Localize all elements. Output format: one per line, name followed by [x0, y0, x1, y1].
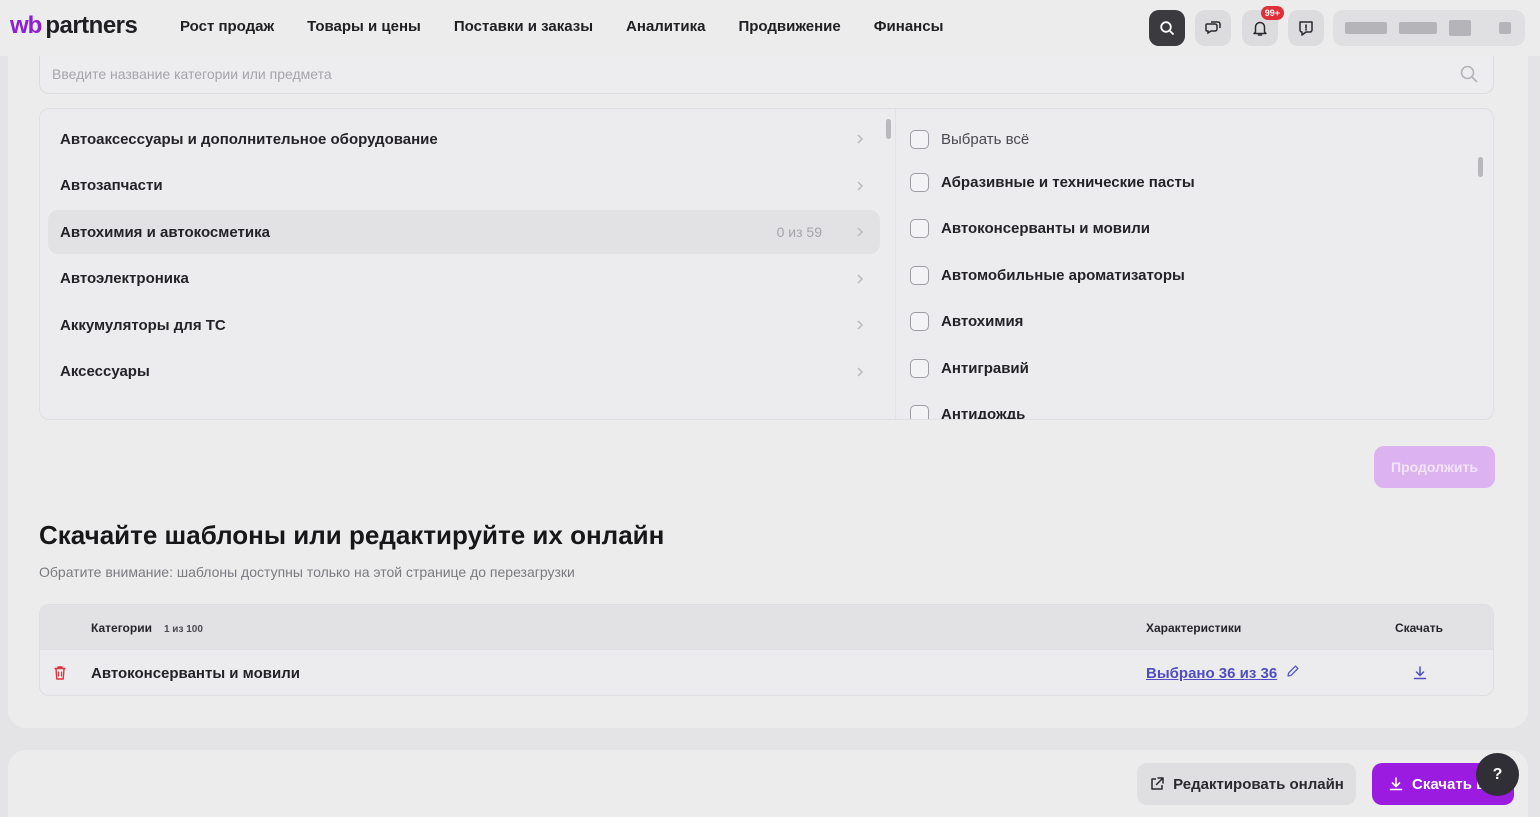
table-row: Автоконсерванты и мовили Выбрано 36 из 3… [40, 649, 1493, 695]
chat-button[interactable] [1195, 10, 1231, 46]
template-builder-card: Автоаксессуары и дополнительное оборудов… [8, 56, 1528, 728]
subject-checkbox[interactable] [910, 405, 929, 419]
subject-item[interactable]: Автомобильные ароматизаторы [910, 252, 1470, 299]
subject-item[interactable]: Автохимия [910, 299, 1470, 346]
category-label: Автоаксессуары и дополнительное оборудов… [60, 130, 438, 148]
category-list: Автоаксессуары и дополнительное оборудов… [48, 117, 880, 417]
category-label: Аккумуляторы для ТС [60, 316, 226, 334]
subject-item[interactable]: Автоконсерванты и мовили [910, 206, 1470, 253]
external-link-icon [1151, 777, 1164, 790]
subject-label: Антигравий [941, 359, 1029, 377]
nav-item-sales-growth[interactable]: Рост продаж [180, 18, 274, 35]
search-button[interactable] [1149, 10, 1185, 46]
column-characteristics: Характеристики [1146, 621, 1242, 635]
select-all-checkbox-row[interactable]: Выбрать всё [910, 119, 1470, 159]
continue-button[interactable]: Продолжить [1374, 446, 1495, 488]
category-item[interactable]: Аксессуары [48, 350, 880, 394]
trash-icon[interactable] [53, 665, 67, 681]
select-all-label: Выбрать всё [941, 130, 1030, 148]
subject-label: Автомобильные ароматизаторы [941, 266, 1185, 284]
main-nav: Рост продаж Товары и цены Поставки и зак… [180, 18, 943, 35]
chevron-right-icon [857, 227, 864, 237]
category-label: Автозапчасти [60, 177, 163, 194]
subject-item[interactable]: Абразивные и технические пасты [910, 159, 1470, 206]
download-all-label: Скачать в [1412, 775, 1486, 793]
search-icon [1460, 65, 1478, 83]
shield-chat-icon [1299, 21, 1313, 36]
subject-list: Выбрать всё Абразивные и технические пас… [910, 119, 1470, 419]
chevron-right-icon [857, 134, 864, 144]
subject-item[interactable]: Антигравий [910, 345, 1470, 392]
edit-online-label: Редактировать онлайн [1173, 775, 1344, 793]
nav-item-promotion[interactable]: Продвижение [738, 18, 840, 35]
download-icon [1389, 777, 1403, 791]
subject-label: Автоконсерванты и мовили [941, 220, 1150, 238]
category-search-input[interactable] [40, 56, 1420, 92]
profile-extra-redacted [1499, 22, 1511, 34]
pencil-icon[interactable] [1286, 664, 1300, 678]
notifications-button[interactable]: 99+ [1242, 6, 1284, 46]
select-all-checkbox[interactable] [910, 129, 929, 149]
category-list-scrollbar[interactable] [886, 119, 891, 139]
search-icon [1160, 21, 1174, 35]
column-categories: Категории 1 из 100 [91, 621, 203, 635]
table-header: Категории 1 из 100 Характеристики Скачать [40, 605, 1493, 649]
nav-item-goods-prices[interactable]: Товары и цены [307, 18, 421, 35]
help-button[interactable]: ? [1476, 753, 1519, 796]
column-categories-label: Категории [91, 621, 152, 635]
category-selected-count: 0 из 59 [776, 224, 822, 240]
nav-item-supplies-orders[interactable]: Поставки и заказы [454, 18, 593, 35]
chevron-right-icon [857, 273, 864, 284]
category-picker: Автоаксессуары и дополнительное оборудов… [39, 108, 1494, 420]
templates-table: Категории 1 из 100 Характеристики Скачать… [39, 604, 1494, 696]
row-category-name: Автоконсерванты и мовили [91, 665, 300, 682]
category-item[interactable]: Автоаксессуары и дополнительное оборудов… [48, 117, 880, 161]
subject-label: Антидождь [941, 406, 1026, 419]
subject-list-scrollbar[interactable] [1478, 157, 1483, 177]
logo-partners: partners [45, 12, 138, 39]
characteristics-selected-link[interactable]: Выбрано 36 из 36 [1146, 665, 1277, 682]
chat-icon [1205, 21, 1221, 35]
download-icon[interactable] [1412, 665, 1428, 681]
category-item-selected[interactable]: Автохимия и автокосметика 0 из 59 [48, 210, 880, 254]
subject-label: Абразивные и технические пасты [941, 173, 1195, 191]
category-label: Автохимия и автокосметика [60, 223, 270, 241]
profile-org-redacted [1399, 22, 1437, 34]
chevron-right-icon [857, 366, 864, 377]
category-label: Автоэлектроника [60, 270, 189, 287]
nav-item-analytics[interactable]: Аналитика [626, 18, 705, 35]
subject-checkbox[interactable] [910, 172, 929, 192]
profile-avatar-redacted [1449, 20, 1471, 36]
bell-icon [1253, 21, 1267, 36]
notifications-badge: 99+ [1260, 6, 1284, 20]
logo-wb: wb [10, 12, 42, 39]
category-item[interactable]: Аккумуляторы для ТС [48, 303, 880, 347]
table-pagination[interactable]: 1 из 100 [164, 624, 203, 635]
subject-checkbox[interactable] [910, 312, 929, 332]
nav-item-finance[interactable]: Финансы [874, 18, 944, 35]
subject-checkbox[interactable] [910, 265, 929, 285]
category-item[interactable]: Автоэлектроника [48, 257, 880, 301]
templates-note: Обратите внимание: шаблоны доступны толь… [39, 564, 575, 580]
subject-item[interactable]: Антидождь [910, 392, 1470, 419]
profile-name-redacted [1345, 22, 1387, 34]
column-download: Скачать [1395, 621, 1443, 635]
edit-online-button[interactable]: Редактировать онлайн [1137, 763, 1356, 805]
subject-checkbox[interactable] [910, 219, 929, 239]
bottom-action-bar: Редактировать онлайн Скачать в [8, 750, 1528, 817]
chevron-right-icon [857, 320, 864, 330]
panel-divider [895, 109, 896, 419]
top-header: wb partners Рост продаж Товары и цены По… [0, 0, 1540, 56]
chevron-right-icon [857, 180, 864, 191]
subject-label: Автохимия [941, 313, 1024, 331]
logo[interactable]: wb partners [10, 12, 138, 42]
support-button[interactable] [1288, 10, 1324, 46]
category-item[interactable]: Автозапчасти [48, 164, 880, 208]
subject-checkbox[interactable] [910, 358, 929, 378]
templates-title: Скачайте шаблоны или редактируйте их онл… [39, 520, 665, 550]
profile-menu[interactable] [1333, 10, 1525, 46]
category-search [39, 56, 1494, 94]
category-label: Аксессуары [60, 363, 150, 380]
